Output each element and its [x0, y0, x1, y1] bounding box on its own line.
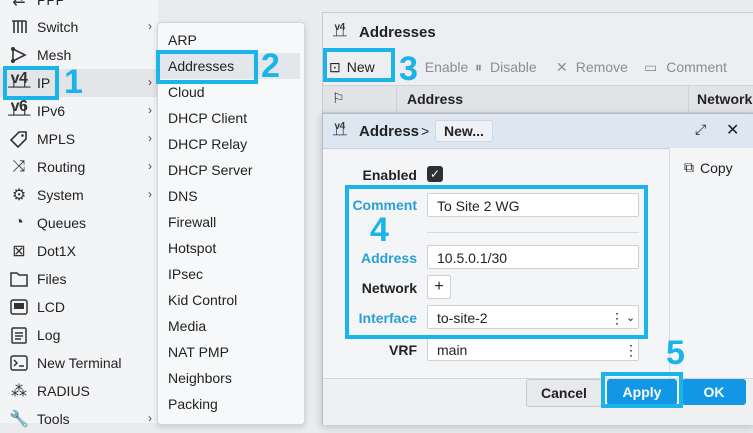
- annotation-step-5: 5: [666, 334, 685, 372]
- submenu-item-arp[interactable]: ARP: [168, 28, 197, 52]
- submenu-item-kid-control[interactable]: Kid Control: [168, 288, 237, 312]
- window-title: Addresses: [359, 24, 436, 41]
- mpls-icon: [8, 128, 30, 150]
- lcd-icon: [8, 296, 30, 318]
- submenu-item-media[interactable]: Media: [168, 314, 206, 338]
- log-icon: [8, 324, 30, 346]
- submenu-item-nat-pmp[interactable]: NAT PMP: [168, 340, 229, 364]
- annotation-step-1: 1: [64, 63, 83, 101]
- menu-item-lcd[interactable]: LCD: [0, 293, 158, 321]
- disable-button[interactable]: ⏸ Disable: [475, 55, 537, 79]
- ip-v4-icon: v4 ┴┴: [333, 22, 347, 42]
- radius-icon: ⁂: [11, 383, 27, 400]
- menu-item-ppp[interactable]: ⇄ PPP: [0, 0, 158, 14]
- submenu-item-firewall[interactable]: Firewall: [168, 210, 216, 234]
- submenu-item-hotspot[interactable]: Hotspot: [168, 236, 216, 260]
- annotation-box-4: [345, 185, 648, 339]
- enabled-label: Enabled: [362, 167, 417, 183]
- menu-item-tools[interactable]: 🔧 Tools ›: [0, 405, 158, 433]
- ipv6-icon: v6 ┴┴: [8, 98, 30, 124]
- vrf-label: VRF: [389, 342, 417, 358]
- column-header-network[interactable]: Network: [697, 91, 752, 107]
- menu-item-mpls[interactable]: MPLS ›: [0, 125, 158, 153]
- queues-icon: ◔: [14, 214, 24, 231]
- tools-icon: 🔧: [9, 411, 29, 428]
- menu-item-log[interactable]: Log: [0, 321, 158, 349]
- folder-icon: [8, 268, 30, 290]
- breadcrumb-new: New...: [435, 120, 493, 142]
- menu-item-files[interactable]: Files: [0, 265, 158, 293]
- enabled-checkbox[interactable]: ✓: [427, 166, 443, 182]
- menu-item-dot1x[interactable]: ⊠ Dot1X: [0, 237, 158, 265]
- ppp-icon: ⇄: [12, 0, 26, 9]
- close-icon[interactable]: ✕: [726, 120, 739, 140]
- dialog-title: Address: [359, 123, 420, 140]
- comment-button[interactable]: ▭ Comment: [644, 55, 727, 79]
- chevron-right-icon: ›: [148, 131, 152, 145]
- annotation-box-1: [3, 66, 59, 100]
- close-icon: ✕: [556, 58, 568, 75]
- terminal-icon: [8, 352, 30, 374]
- copy-button[interactable]: ⧉ Copy: [684, 159, 733, 176]
- vrf-select[interactable]: main ⋮: [427, 337, 639, 361]
- copy-icon: ⧉: [684, 159, 694, 175]
- annotation-step-2: 2: [261, 47, 280, 85]
- chevron-right-icon: ›: [148, 19, 152, 33]
- submenu-item-dhcp-client[interactable]: DHCP Client: [168, 106, 247, 130]
- menu-item-system[interactable]: ⚙ System ›: [0, 181, 158, 209]
- chevron-right-icon: ›: [148, 187, 152, 201]
- ok-button[interactable]: OK: [682, 379, 746, 405]
- chevron-right-icon: ›: [148, 75, 152, 89]
- submenu-item-dhcp-relay[interactable]: DHCP Relay: [168, 132, 247, 156]
- annotation-step-3: 3: [399, 50, 418, 88]
- ip-v4-icon: v4 ┴┴: [333, 121, 347, 141]
- submenu-item-ipsec[interactable]: IPsec: [168, 262, 203, 286]
- chevron-right-icon: ›: [148, 159, 152, 173]
- comment-icon: ▭: [644, 58, 658, 75]
- submenu-item-dns[interactable]: DNS: [168, 184, 198, 208]
- routing-icon: ⤨: [12, 158, 26, 175]
- menu-item-new-terminal[interactable]: New Terminal: [0, 349, 158, 377]
- annotation-step-4: 4: [370, 211, 389, 249]
- breadcrumb-separator: >: [421, 123, 430, 139]
- addresses-title-bar: v4 ┴┴ Addresses: [323, 13, 753, 51]
- column-header-address[interactable]: Address: [407, 91, 463, 107]
- pause-icon: ⏸: [475, 58, 482, 75]
- grid-header: ⚐ Address Network: [323, 85, 753, 113]
- remove-button[interactable]: ✕ Remove: [556, 55, 628, 79]
- annotation-box-3: [323, 48, 395, 82]
- expand-icon[interactable]: ⤢: [695, 121, 706, 138]
- menu-item-routing[interactable]: ⤨ Routing ›: [0, 153, 158, 181]
- annotation-box-2: [156, 50, 258, 84]
- dot1x-icon: ⊠: [12, 243, 26, 260]
- chevron-right-icon: ›: [148, 103, 152, 117]
- flag-icon: ⚐: [332, 90, 345, 106]
- switch-icon: [8, 16, 30, 38]
- annotation-box-5: [601, 372, 683, 408]
- submenu-item-dhcp-server[interactable]: DHCP Server: [168, 158, 253, 182]
- more-icon[interactable]: ⋮: [624, 338, 638, 362]
- submenu-item-neighbors[interactable]: Neighbors: [168, 366, 232, 390]
- system-gear-icon: ⚙: [11, 187, 27, 204]
- menu-item-ipv6[interactable]: v6 ┴┴ IPv6 ›: [0, 97, 158, 125]
- menu-item-queues[interactable]: ◔ Queues: [0, 209, 158, 237]
- dialog-title-bar: v4 ┴┴ Address > New... ⤢ ✕: [323, 114, 753, 149]
- submenu-item-packing[interactable]: Packing: [168, 392, 218, 416]
- cancel-button[interactable]: Cancel: [526, 379, 602, 407]
- menu-item-switch[interactable]: Switch ›: [0, 13, 158, 41]
- mesh-icon: [8, 44, 30, 66]
- menu-item-radius[interactable]: ⁂ RADIUS: [0, 377, 158, 405]
